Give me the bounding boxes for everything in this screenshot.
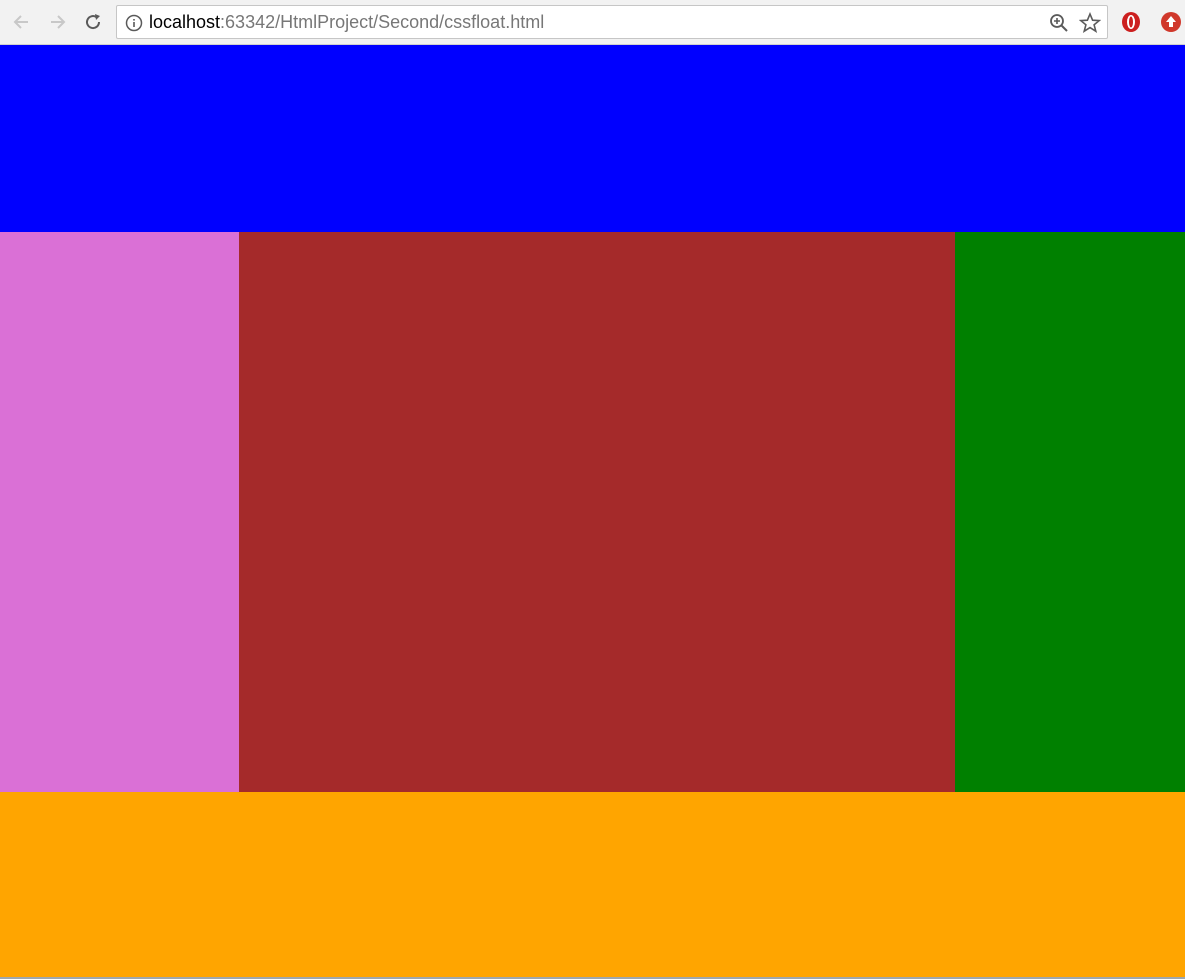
left-column-block xyxy=(0,232,239,792)
header-block xyxy=(0,45,1185,232)
right-column-block xyxy=(955,232,1185,792)
zoom-icon[interactable] xyxy=(1049,13,1069,33)
reload-button[interactable] xyxy=(80,9,106,35)
star-icon[interactable] xyxy=(1079,12,1101,34)
url-path: :63342/HtmlProject/Second/cssfloat.html xyxy=(220,12,545,32)
info-icon[interactable] xyxy=(125,14,143,32)
url-text[interactable]: localhost:63342/HtmlProject/Second/cssfl… xyxy=(149,12,544,32)
footer-block xyxy=(0,792,1185,977)
browser-toolbar: localhost:63342/HtmlProject/Second/cssfl… xyxy=(0,0,1185,45)
arrow-right-icon xyxy=(51,15,66,29)
back-button[interactable] xyxy=(9,9,35,35)
forward-button[interactable] xyxy=(44,9,70,35)
address-bar[interactable]: localhost:63342/HtmlProject/Second/cssfl… xyxy=(116,5,1108,39)
url-host: localhost xyxy=(149,12,221,32)
middle-column-block xyxy=(239,232,955,792)
extension-opera-icon[interactable] xyxy=(1120,11,1142,33)
extension-upload-icon[interactable] xyxy=(1160,11,1182,33)
arrow-left-icon xyxy=(13,15,28,29)
reload-icon xyxy=(86,14,101,30)
page-viewport xyxy=(0,45,1185,977)
